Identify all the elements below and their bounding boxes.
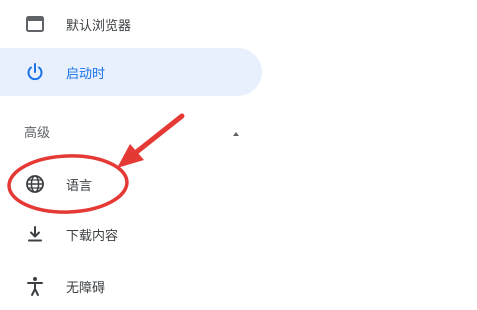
power-icon: [24, 61, 46, 83]
sidebar-item-default-browser[interactable]: 默认浏览器: [0, 0, 262, 48]
accessibility-icon: [24, 275, 46, 297]
sidebar-item-label: 启动时: [66, 66, 106, 82]
sidebar-item-language[interactable]: 语言: [0, 160, 262, 208]
sidebar-item-downloads[interactable]: 下载内容: [0, 210, 262, 258]
globe-icon: [24, 173, 46, 195]
download-icon: [24, 223, 46, 245]
advanced-section-toggle[interactable]: 高级: [0, 112, 262, 148]
advanced-section-label: 高级: [24, 126, 51, 141]
settings-sidebar: 默认浏览器 启动时 高级 语言 下载内容 无障碍: [0, 0, 477, 303]
sidebar-item-label: 语言: [66, 178, 93, 194]
sidebar-item-label: 默认浏览器: [66, 18, 132, 34]
sidebar-item-label: 无障碍: [66, 280, 106, 296]
sidebar-item-label: 下载内容: [66, 228, 119, 244]
sidebar-item-on-startup[interactable]: 启动时: [0, 48, 262, 96]
browser-window-icon: [24, 13, 46, 35]
caret-up-icon: [231, 124, 241, 136]
